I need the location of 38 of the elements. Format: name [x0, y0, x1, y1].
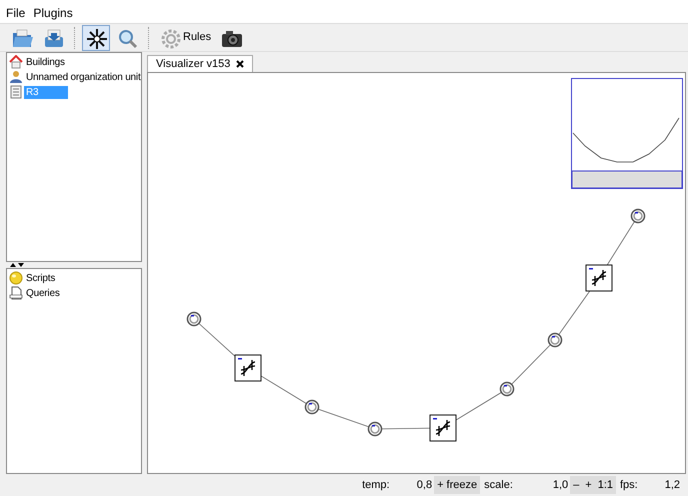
vertex-node[interactable] — [630, 208, 646, 224]
scale-button[interactable]: 1:1 — [594, 476, 616, 494]
scale-button[interactable]: + — [582, 476, 595, 494]
person-icon — [9, 70, 23, 84]
freeze-button[interactable]: + freeze — [434, 476, 480, 494]
tree-item[interactable]: Unnamed organization unit — [9, 70, 143, 84]
switch-node[interactable] — [234, 354, 262, 382]
import-icon — [42, 26, 64, 48]
settings-icon — [159, 26, 181, 48]
close-icon[interactable] — [236, 60, 244, 68]
vertex-node[interactable] — [548, 332, 562, 348]
tree-item[interactable]: Buildings — [9, 55, 67, 69]
vertex-node[interactable] — [304, 400, 320, 414]
server-icon — [9, 85, 23, 99]
ball-icon — [9, 271, 23, 285]
toolbar-button[interactable] — [82, 24, 110, 50]
tab[interactable]: Visualizer v153 — [147, 55, 254, 72]
status-label: fps: — [620, 478, 639, 493]
status-label: temp: — [362, 478, 391, 493]
vertex-node[interactable] — [186, 312, 202, 326]
status-value: 1,2 — [664, 478, 680, 493]
menu-item[interactable]: File — [6, 4, 26, 19]
vertex-node[interactable] — [368, 422, 382, 436]
scale-button[interactable]: – — [570, 476, 582, 494]
document-icon — [9, 286, 23, 300]
menu-item[interactable]: Plugins — [33, 4, 73, 19]
tree-item[interactable]: Queries — [9, 286, 62, 300]
vertex-node[interactable] — [500, 382, 514, 396]
folder-icon — [11, 26, 33, 48]
house-icon — [9, 55, 23, 69]
status-value: 1,0 — [552, 478, 568, 493]
status-value: 0,8 — [416, 478, 432, 493]
rules-button[interactable]: Rules — [156, 24, 214, 50]
tree-item[interactable]: Scripts — [9, 271, 58, 285]
star-icon — [85, 26, 107, 48]
status-label: scale: — [484, 478, 514, 493]
switch-node[interactable] — [430, 414, 456, 442]
switch-node[interactable] — [586, 264, 612, 292]
